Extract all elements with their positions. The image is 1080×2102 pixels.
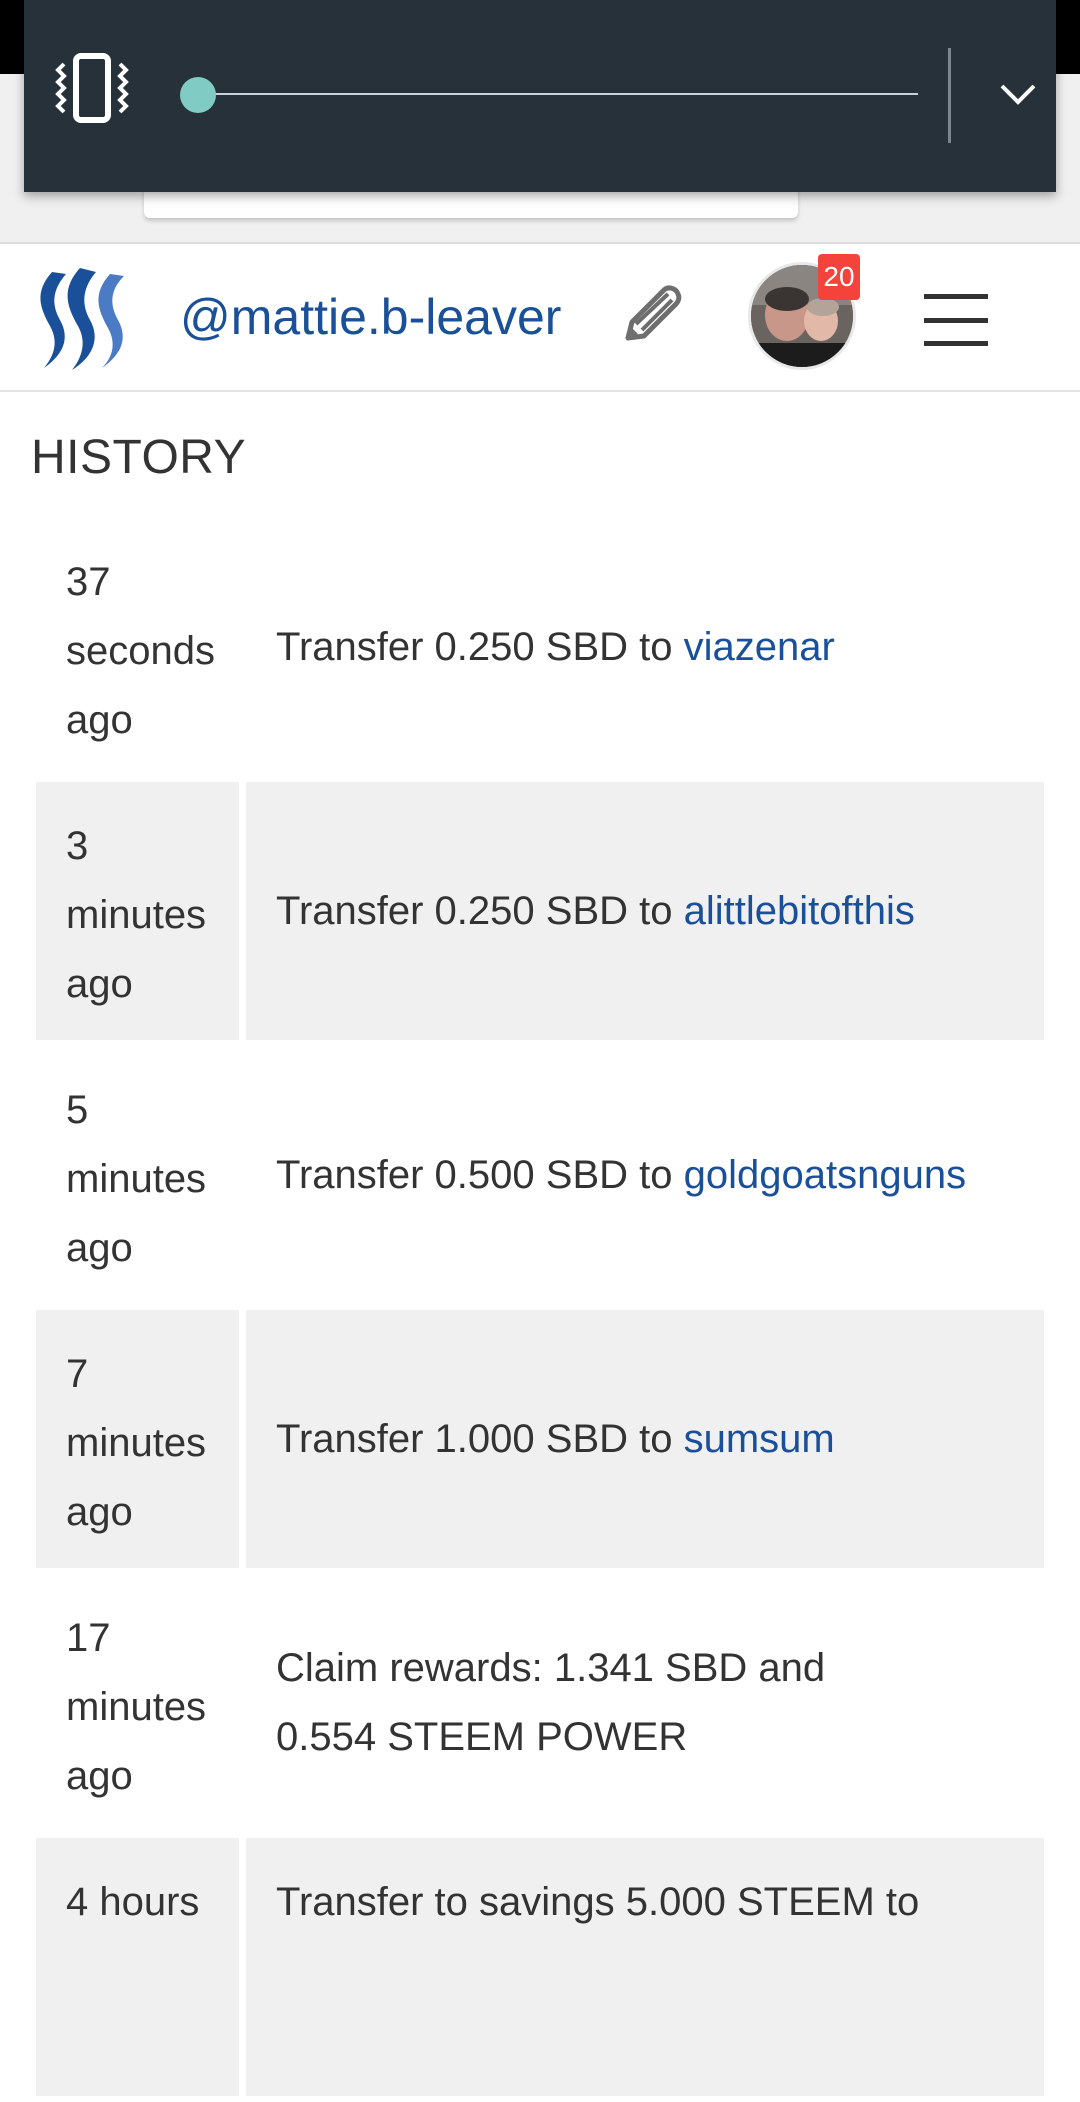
table-row: 37 seconds ago Transfer 0.250 SBD to via… xyxy=(36,518,1044,782)
table-row: 5 minutes ago Transfer 0.500 SBD to gold… xyxy=(36,1046,1044,1310)
vibrate-icon[interactable] xyxy=(54,50,130,126)
recipient-link[interactable]: goldgoatsnguns xyxy=(684,1153,966,1197)
app-header: @mattie.b-leaver 20 xyxy=(0,244,1080,392)
hamburger-menu-icon[interactable] xyxy=(924,294,988,346)
notification-badge: 20 xyxy=(818,254,860,300)
time-cell: 7 minutes ago xyxy=(36,1310,239,1568)
description-cell: Transfer 0.250 SBD to viazenar xyxy=(276,624,835,669)
username-link[interactable]: @mattie.b-leaver xyxy=(180,284,561,350)
table-row: 17 minutes ago Claim rewards: 1.341 SBD … xyxy=(36,1574,1044,1838)
time-cell: 5 minutes ago xyxy=(66,1088,207,1270)
table-row: 7 minutes ago Transfer 1.000 SBD to sums… xyxy=(36,1310,1044,1574)
time-cell: 17 minutes ago xyxy=(66,1616,207,1798)
page-title: HISTORY xyxy=(31,431,247,484)
description-cell: Transfer 0.250 SBD to alittlebitofthis xyxy=(246,782,1044,1040)
description-cell: Transfer 1.000 SBD to sumsum xyxy=(246,1310,1044,1568)
volume-panel xyxy=(24,0,1056,192)
description-cell: Transfer to savings 5.000 STEEM to xyxy=(246,1838,1044,2096)
recipient-link[interactable]: sumsum xyxy=(684,1417,835,1461)
chevron-down-icon[interactable] xyxy=(984,60,1052,128)
steem-logo-icon[interactable] xyxy=(30,264,132,372)
time-cell: 4 hours xyxy=(36,1838,239,2096)
table-row: 3 minutes ago Transfer 0.250 SBD to alit… xyxy=(36,782,1044,1046)
user-menu[interactable]: 20 xyxy=(748,254,860,370)
recipient-link[interactable]: alittlebitofthis xyxy=(684,889,915,933)
description-cell: Claim rewards: 1.341 SBD and 0.554 STEEM… xyxy=(276,1646,826,1759)
time-cell: 37 seconds ago xyxy=(66,560,215,742)
description-cell: Transfer 0.500 SBD to goldgoatsnguns xyxy=(276,1152,967,1197)
recipient-link[interactable]: viazenar xyxy=(684,625,835,669)
pencil-icon[interactable] xyxy=(618,284,682,348)
volume-slider-track[interactable] xyxy=(198,93,918,95)
volume-divider xyxy=(948,48,951,143)
history-table: 37 seconds ago Transfer 0.250 SBD to via… xyxy=(36,518,1044,2102)
volume-slider-thumb[interactable] xyxy=(180,77,216,113)
table-row: 4 hours Transfer to savings 5.000 STEEM … xyxy=(36,1838,1044,2102)
time-cell: 3 minutes ago xyxy=(36,782,239,1040)
